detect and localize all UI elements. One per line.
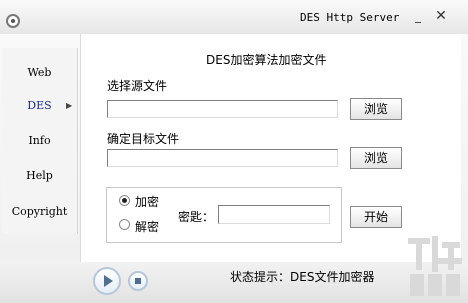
key-input[interactable] — [218, 205, 330, 224]
sidebar-item-help[interactable]: Help — [2, 169, 77, 182]
chevron-right-icon: ▶ — [66, 101, 73, 110]
stop-icon[interactable] — [128, 271, 148, 291]
target-file-label: 确定目标文件 — [107, 132, 180, 146]
status-text: 状态提示：DES文件加密器 — [230, 270, 375, 284]
decrypt-radio[interactable] — [119, 219, 130, 230]
sidebar-item-info[interactable]: Info — [2, 134, 77, 147]
page-title: DES加密算法加密文件 — [206, 53, 327, 67]
sidebar-item-web[interactable]: Web — [2, 66, 77, 79]
sidebar: Web DES ▶ Info Help Copyright — [2, 48, 78, 234]
app-icon[interactable] — [6, 14, 20, 28]
key-label: 密匙： — [178, 210, 215, 224]
target-file-input[interactable] — [107, 149, 338, 167]
play-icon[interactable] — [93, 267, 121, 295]
encrypt-label: 加密 — [135, 195, 160, 209]
app-window: DES Http Server _ ✕ Web DES ▶ Info Help … — [0, 0, 468, 303]
start-button[interactable]: 开始 — [350, 206, 402, 228]
sidebar-item-copyright[interactable]: Copyright — [2, 205, 77, 218]
source-file-label: 选择源文件 — [107, 79, 168, 93]
minimize-button[interactable]: _ — [411, 10, 425, 22]
source-file-input[interactable] — [107, 100, 338, 118]
browse-target-button[interactable]: 浏览 — [350, 147, 402, 169]
decrypt-label: 解密 — [135, 220, 160, 234]
close-button[interactable]: ✕ — [433, 8, 449, 24]
watermark-logo — [408, 236, 462, 296]
encrypt-radio[interactable] — [119, 195, 130, 206]
window-title: DES Http Server — [300, 11, 400, 24]
browse-source-button[interactable]: 浏览 — [350, 98, 402, 120]
